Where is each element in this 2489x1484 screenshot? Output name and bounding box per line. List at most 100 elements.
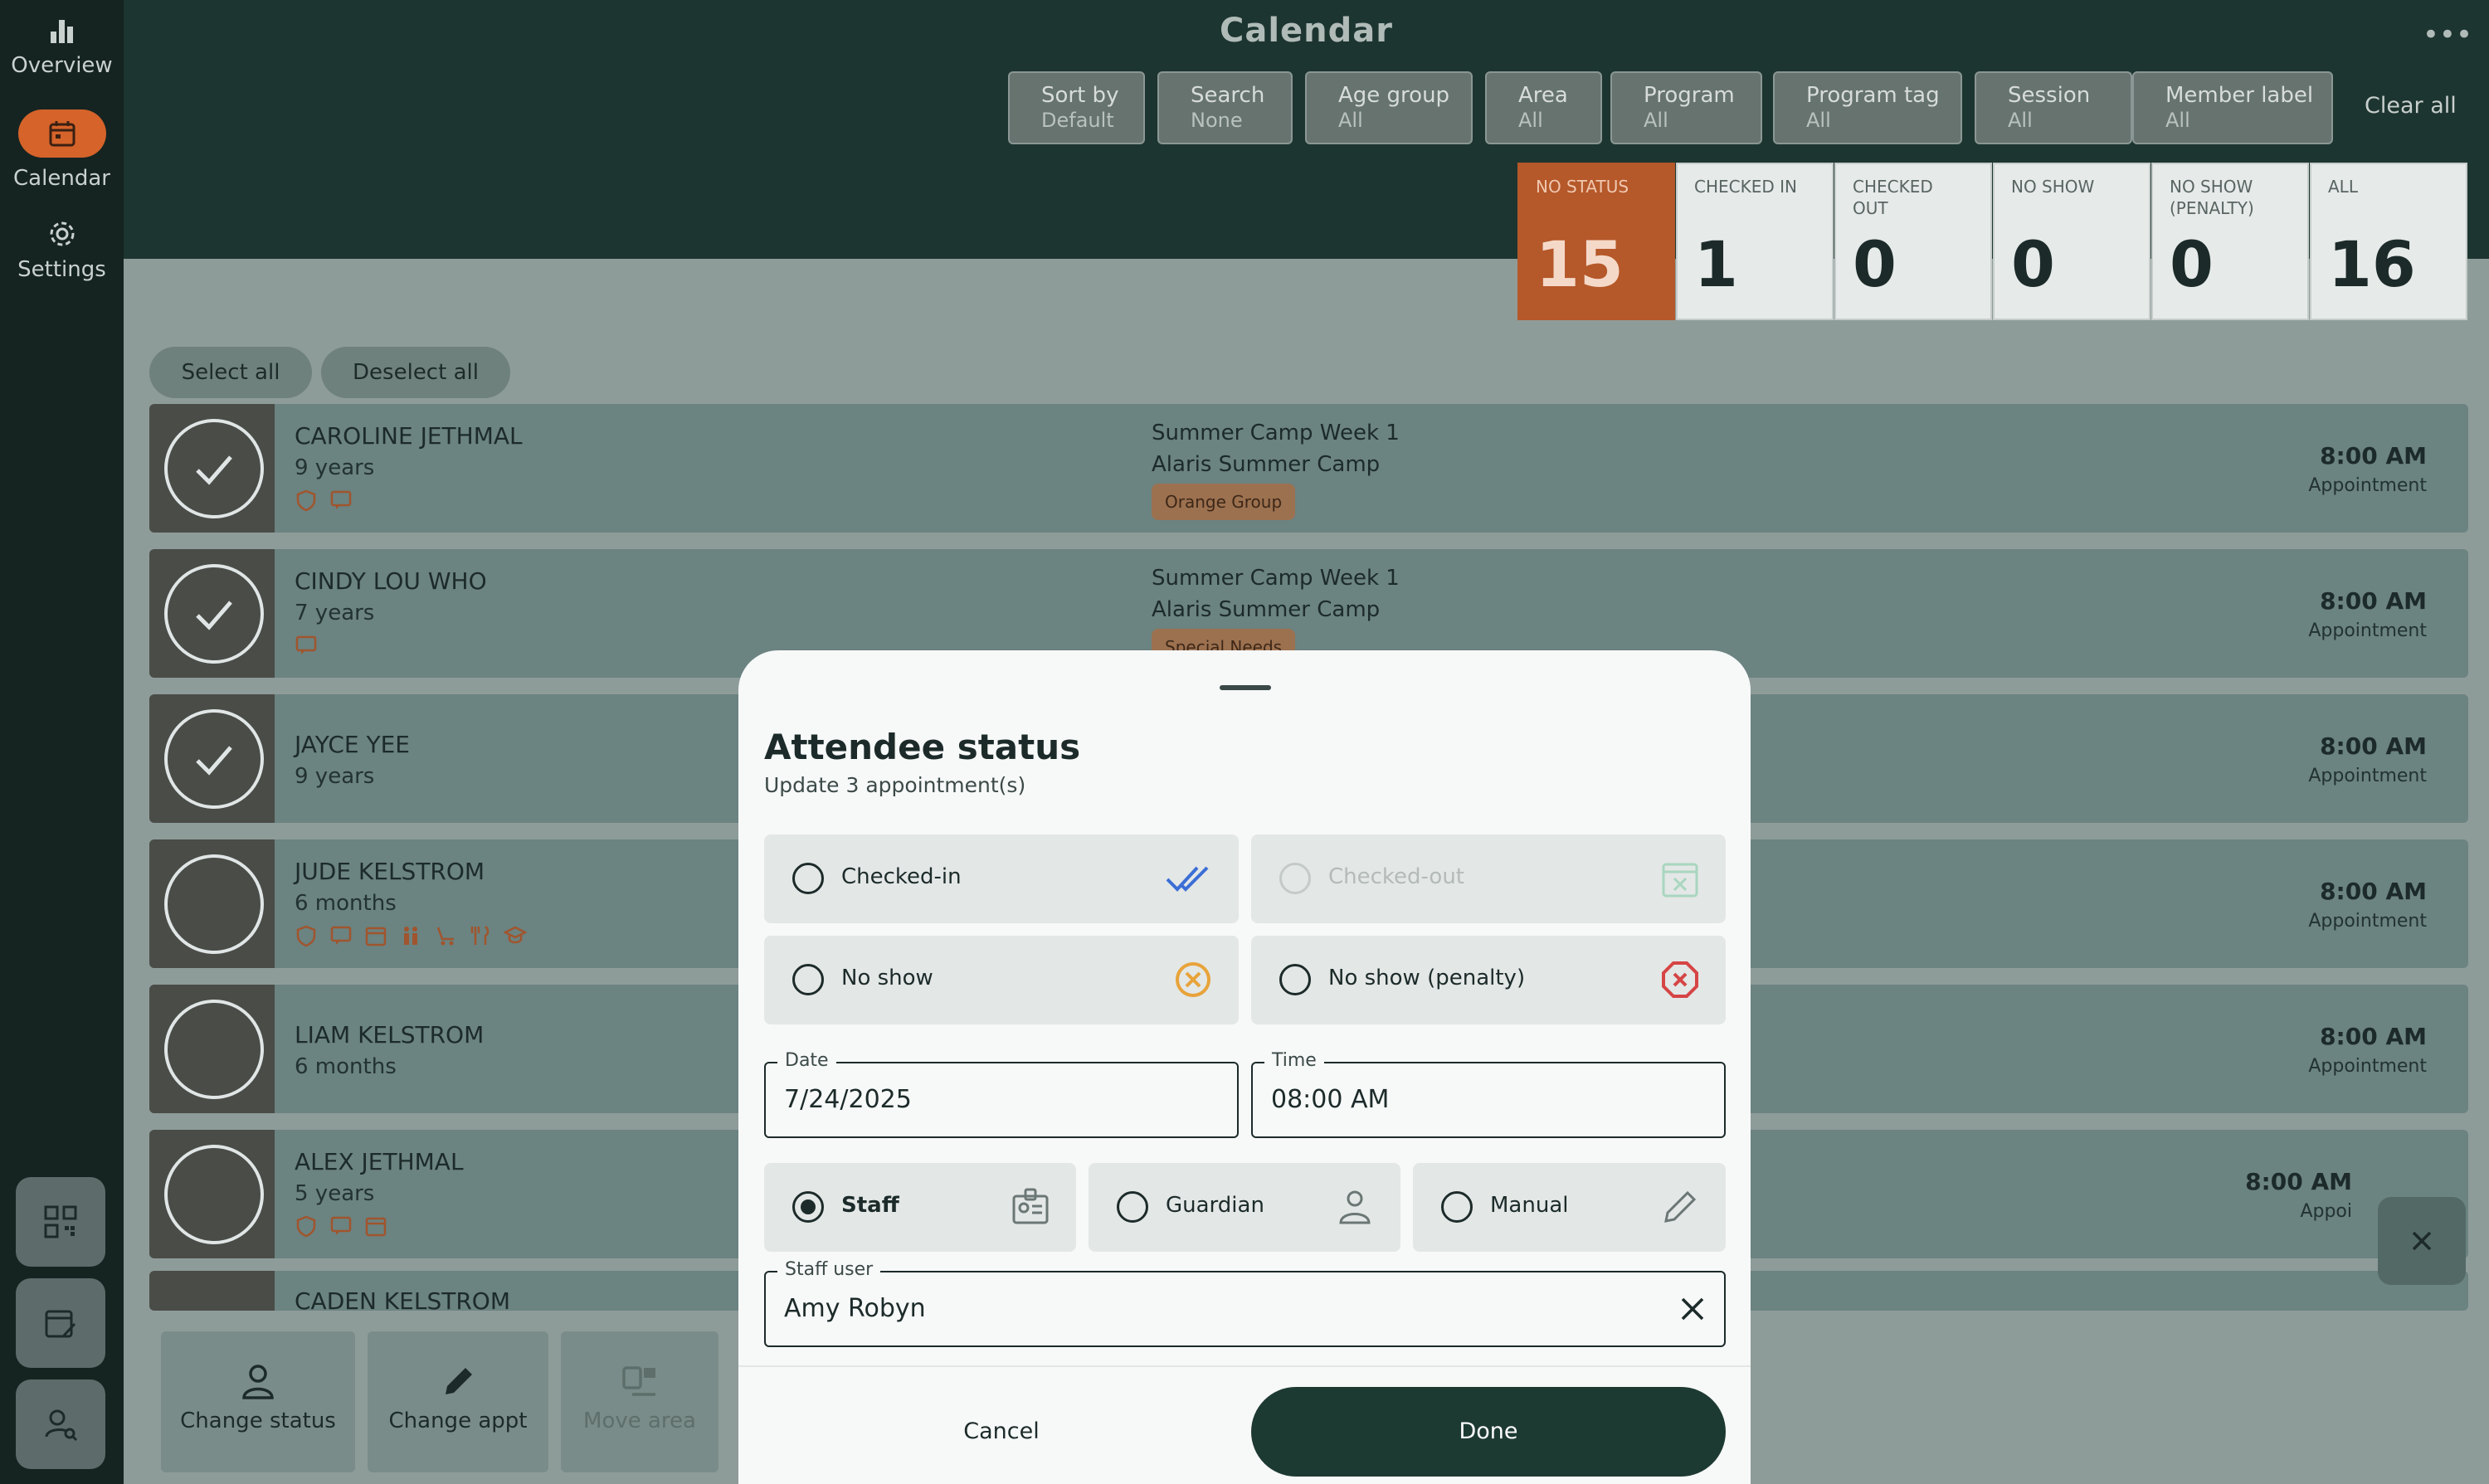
radio[interactable] [792, 1191, 824, 1223]
selection-ring[interactable] [164, 1145, 264, 1244]
time-field[interactable]: Time 08:00 AM [1251, 1050, 1726, 1138]
date-field[interactable]: Date 7/24/2025 [764, 1050, 1239, 1138]
move-area-button[interactable]: Move area [561, 1331, 718, 1472]
calendar-check-icon [365, 1217, 387, 1237]
cancel-button[interactable]: Cancel [764, 1387, 1239, 1477]
select-all-button[interactable]: Select all [149, 347, 312, 398]
sheet-subtitle: Update 3 appointment(s) [764, 773, 1026, 797]
selection-ring[interactable] [164, 564, 264, 664]
deselect-all-button[interactable]: Deselect all [321, 347, 510, 398]
sidebar-item-calendar[interactable]: Calendar [0, 109, 124, 191]
filter-session[interactable]: Session All [1975, 71, 2132, 144]
calendar-check-icon [365, 927, 387, 946]
user-search-icon [45, 1409, 78, 1442]
radio[interactable] [1279, 964, 1311, 995]
filter-program-tag[interactable]: Program tag All [1773, 71, 1962, 144]
option-checked-in[interactable]: Checked-in [764, 834, 1239, 923]
sidebar-item-label: Settings [17, 257, 106, 282]
filter-member-label[interactable]: Member label All [2132, 71, 2333, 144]
attendee-name: LIAM KELSTROM [295, 1021, 485, 1049]
radio[interactable] [792, 964, 824, 995]
change-appt-button[interactable]: Change appt [368, 1331, 548, 1472]
qr-code-button[interactable] [16, 1177, 105, 1267]
message-icon [330, 926, 352, 945]
selection-ring[interactable] [164, 419, 264, 518]
option-label: No show [841, 966, 933, 990]
double-check-icon [1166, 866, 1209, 892]
field-label: Staff user [777, 1259, 881, 1280]
filter-age-group[interactable]: Age group All [1305, 71, 1473, 144]
filter-search[interactable]: Search None [1157, 71, 1293, 144]
radio[interactable] [1117, 1191, 1148, 1223]
appointment-type: Appointment [2308, 475, 2427, 496]
close-icon [2412, 1231, 2432, 1251]
option-no-show[interactable]: No show [764, 936, 1239, 1024]
avatar [149, 694, 275, 823]
stat-no-status[interactable]: NO STATUS 15 [1517, 163, 1675, 320]
stat-value: 1 [1694, 227, 1738, 301]
stat-value: 15 [1536, 227, 1624, 301]
drag-handle[interactable] [1220, 685, 1271, 690]
option-manual[interactable]: Manual [1413, 1163, 1726, 1252]
filter-value: All [1806, 109, 1831, 132]
sidebar-item-settings[interactable]: Settings [0, 217, 124, 282]
field-value: Amy Robyn [784, 1294, 926, 1323]
selection-ring[interactable] [164, 1000, 264, 1099]
option-checked-out[interactable]: Checked-out [1251, 834, 1726, 923]
sidebar-item-overview[interactable]: Overview [0, 17, 124, 78]
stat-no-show[interactable]: NO SHOW 0 [1993, 163, 2150, 320]
cancel-circle-icon [1176, 962, 1210, 997]
table-row[interactable]: CAROLINE JETHMAL 9 years Summer Camp Wee… [149, 404, 2468, 533]
stat-checked-out[interactable]: CHECKED OUT 0 [1834, 163, 1992, 320]
stat-checked-in[interactable]: CHECKED IN 1 [1676, 163, 1834, 320]
program-name: Summer Camp Week 1 [1152, 566, 1400, 591]
done-button[interactable]: Done [1251, 1387, 1726, 1477]
field-label: Time [1264, 1050, 1324, 1071]
radio[interactable] [1441, 1191, 1473, 1223]
option-no-show-penalty[interactable]: No show (penalty) [1251, 936, 1726, 1024]
message-icon [330, 490, 352, 509]
attendee-icons [295, 924, 527, 947]
check-icon [196, 455, 232, 485]
sidebar-item-label: Overview [11, 53, 113, 78]
close-selection-button[interactable] [2378, 1197, 2466, 1285]
attendee-status-sheet: Attendee status Update 3 appointment(s) … [738, 650, 1751, 1484]
selection-ring[interactable] [164, 709, 264, 809]
calendar-edit-button[interactable] [16, 1278, 105, 1368]
user-search-button[interactable] [16, 1379, 105, 1469]
radio[interactable] [792, 863, 824, 894]
option-staff[interactable]: Staff [764, 1163, 1076, 1252]
stat-label: CHECKED IN [1694, 177, 1797, 197]
appointment-type: Appointment [2308, 1056, 2427, 1077]
appointment-type: Appointment [2308, 911, 2427, 932]
attendee-name: CADEN KELSTROM [295, 1287, 510, 1311]
pencil-icon [446, 1368, 472, 1394]
filter-value: All [2008, 109, 2033, 132]
filter-area[interactable]: Area All [1485, 71, 1602, 144]
staff-user-field[interactable]: Staff user Amy Robyn [764, 1259, 1726, 1347]
avatar [149, 549, 275, 678]
filter-program[interactable]: Program All [1610, 71, 1762, 144]
attendee-icons [295, 489, 353, 512]
bar-chart-icon [50, 20, 73, 43]
attendee-age: 9 years [295, 764, 375, 789]
message-icon [295, 635, 317, 654]
radio[interactable] [1279, 863, 1311, 894]
avatar [149, 404, 275, 533]
selection-ring[interactable] [164, 854, 264, 954]
stat-no-show-penalty[interactable]: NO SHOW (PENALTY) 0 [2151, 163, 2309, 320]
option-guardian[interactable]: Guardian [1089, 1163, 1400, 1252]
message-icon [330, 1216, 352, 1235]
shield-icon [296, 489, 316, 512]
stat-all[interactable]: ALL 16 [2310, 163, 2467, 320]
pencil-icon [1664, 1190, 1697, 1223]
filter-sort-by[interactable]: Sort by Default [1008, 71, 1145, 144]
filter-value: All [1518, 109, 1543, 132]
check-icon [196, 746, 232, 776]
more-options-icon[interactable]: ••• [2423, 18, 2472, 51]
change-status-button[interactable]: Change status [161, 1331, 355, 1472]
clear-all-button[interactable]: Clear all [2365, 93, 2457, 119]
filter-label: Program [1644, 83, 1735, 108]
close-icon[interactable] [1676, 1292, 1709, 1326]
filter-value: All [1644, 109, 1668, 132]
